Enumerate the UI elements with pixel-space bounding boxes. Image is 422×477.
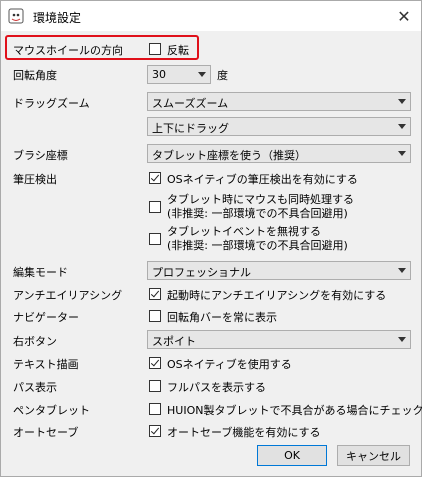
os-native-pressure-text: OSネイティブの筆圧検出を有効にする [167, 173, 358, 186]
navigator-label: ナビゲーター [13, 311, 79, 324]
chevron-down-icon [198, 72, 206, 77]
huion-checkbox[interactable] [149, 403, 161, 415]
chevron-down-icon [398, 151, 406, 156]
antialias-text: 起動時にアンチエイリアシングを有効にする [167, 289, 387, 302]
edit-mode-select[interactable]: プロフェッショナル [147, 261, 411, 280]
text-render-label: テキスト描画 [13, 358, 79, 371]
pen-tablet-label: ペンタブレット [13, 404, 90, 417]
autosave-checkbox[interactable] [149, 425, 161, 437]
chevron-down-icon [398, 124, 406, 129]
pressure-label: 筆圧検出 [13, 173, 57, 186]
chevron-down-icon [398, 99, 406, 104]
full-path-text: フルパスを表示する [167, 381, 266, 394]
app-icon [8, 8, 24, 24]
right-button-label: 右ボタン [13, 335, 57, 348]
drag-direction-select[interactable]: 上下にドラッグ [147, 117, 411, 136]
mouse-wheel-invert-label: 反転 [167, 44, 189, 57]
drag-zoom-select[interactable]: スムーズズーム [147, 92, 411, 111]
autosave-text: オートセーブ機能を有効にする [167, 426, 321, 439]
edit-mode-label: 編集モード [13, 266, 68, 279]
os-native-text-label: OSネイティブを使用する [167, 358, 292, 371]
rotation-angle-select[interactable]: 30 [147, 65, 211, 84]
antialias-label: アンチエイリアシング [13, 289, 123, 302]
rotation-unit: 度 [217, 69, 228, 82]
cancel-button[interactable]: キャンセル [337, 445, 410, 466]
ignore-tablet-events-text-2: (非推奨: 一部環境での不具合回避用) [167, 239, 348, 252]
right-button-select[interactable]: スポイト [147, 330, 411, 349]
title-bar: 環境設定 ✕ [1, 1, 421, 31]
ignore-tablet-events-checkbox[interactable] [149, 233, 161, 245]
brush-coords-select[interactable]: タブレット座標を使う（推奨） [147, 144, 411, 163]
os-native-pressure-checkbox[interactable] [149, 172, 161, 184]
mouse-wheel-label: マウスホイールの方向 [13, 44, 123, 57]
tablet-mouse-text-2: (非推奨: 一部環境での不具合回避用) [167, 207, 348, 220]
rotation-bar-checkbox[interactable] [149, 310, 161, 322]
path-display-label: パス表示 [13, 381, 57, 394]
autosave-label: オートセーブ [13, 426, 79, 439]
rotation-bar-text: 回転角バーを常に表示 [167, 311, 277, 324]
close-icon: ✕ [397, 6, 411, 26]
drag-zoom-label: ドラッグズーム [13, 97, 90, 110]
settings-dialog: 環境設定 ✕ マウスホイールの方向 反転 回転角度 30 度 ドラッグズーム ス… [0, 0, 422, 477]
chevron-down-icon [398, 337, 406, 342]
mouse-wheel-invert-checkbox[interactable] [149, 43, 161, 55]
os-native-text-checkbox[interactable] [149, 357, 161, 369]
rotation-angle-label: 回転角度 [13, 69, 57, 82]
huion-text: HUION製タブレットで不具合がある場合にチェック [167, 404, 422, 417]
chevron-down-icon [398, 268, 406, 273]
tablet-mouse-checkbox[interactable] [149, 201, 161, 213]
antialias-checkbox[interactable] [149, 288, 161, 300]
brush-coords-label: ブラシ座標 [13, 149, 68, 162]
ok-button[interactable]: OK [257, 445, 327, 466]
window-title: 環境設定 [33, 11, 82, 25]
full-path-checkbox[interactable] [149, 380, 161, 392]
close-button[interactable]: ✕ [387, 1, 421, 31]
